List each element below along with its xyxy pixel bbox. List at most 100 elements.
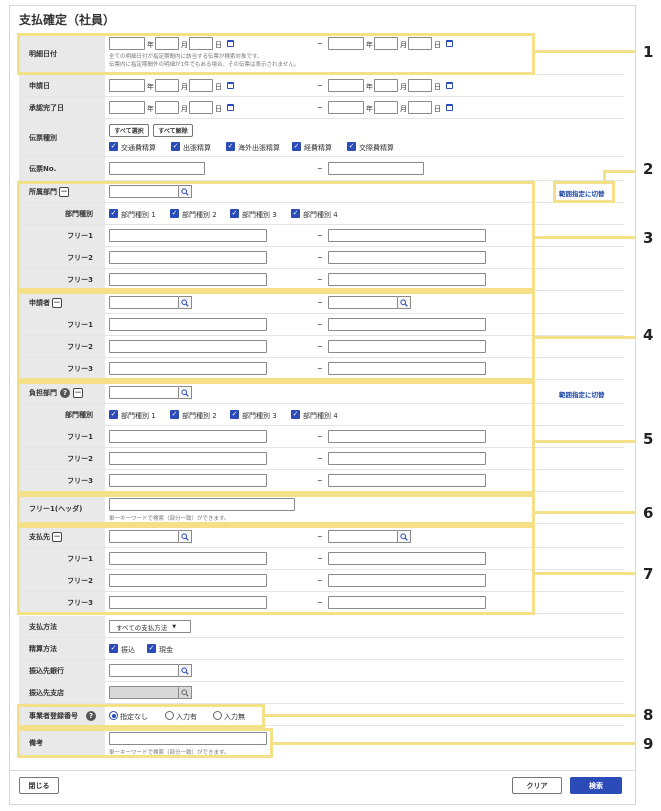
help-icon[interactable]: ? [60,388,70,398]
pay-method-select[interactable]: すべての支払方法 ▼ [109,620,191,633]
denpyo-no-from-input[interactable] [109,162,205,175]
callout-line [535,511,635,514]
free2-to-input[interactable] [328,251,486,264]
date-to-day[interactable] [408,79,432,92]
date-to-day[interactable] [408,101,432,114]
search-icon[interactable] [179,530,192,543]
date-from-month[interactable] [155,101,179,114]
date-from-day[interactable] [189,37,213,50]
payee-from-input[interactable] [109,530,179,543]
help-icon[interactable]: ? [86,711,96,721]
range-switch-link[interactable]: 範囲指定に切替 [559,188,605,198]
applicant-to-input[interactable] [328,296,398,309]
free2-from-input[interactable] [109,452,267,465]
free3-to-input[interactable] [328,362,486,375]
free1-to-input[interactable] [328,229,486,242]
remarks-input[interactable] [109,732,267,745]
free3-from-input[interactable] [109,596,267,609]
search-icon[interactable] [179,185,192,198]
payee-to-input[interactable] [328,530,398,543]
free1-from-input[interactable] [109,229,267,242]
date-from-year[interactable] [109,101,145,114]
range-switch-link[interactable]: 範囲指定に切替 [559,389,605,399]
collapse-minus-icon[interactable]: − [52,532,62,542]
date-to-month[interactable] [374,101,398,114]
date-to-day[interactable] [408,37,432,50]
select-all-button[interactable]: すべて選択 [109,124,149,137]
checkbox-checked-icon[interactable]: ✓ [347,142,356,151]
checkbox-checked-icon[interactable]: ✓ [170,410,179,419]
date-from-day[interactable] [189,101,213,114]
date-to-month[interactable] [374,79,398,92]
checkbox-checked-icon[interactable]: ✓ [109,410,118,419]
calendar-icon[interactable] [446,82,453,89]
checkbox-checked-icon[interactable]: ✓ [109,142,118,151]
date-from-month[interactable] [155,37,179,50]
free3-to-input[interactable] [328,474,486,487]
clear-all-button[interactable]: すべて解除 [153,124,193,137]
radio-unselected[interactable] [165,711,174,720]
search-icon[interactable] [179,296,192,309]
free2-from-input[interactable] [109,574,267,587]
calendar-icon[interactable] [227,82,234,89]
dept-input[interactable] [109,185,179,198]
free1-to-input[interactable] [328,430,486,443]
free2-to-input[interactable] [328,340,486,353]
date-from-year[interactable] [109,37,145,50]
search-icon[interactable] [179,386,192,399]
search-icon[interactable] [179,664,192,677]
free2-from-input[interactable] [109,251,267,264]
checkbox-checked-icon[interactable]: ✓ [226,142,235,151]
checkbox-checked-icon[interactable]: ✓ [230,209,239,218]
date-from-day[interactable] [189,79,213,92]
collapse-minus-icon[interactable]: − [59,187,69,197]
free1-from-input[interactable] [109,552,267,565]
checkbox-checked-icon[interactable]: ✓ [292,142,301,151]
checkbox-checked-icon[interactable]: ✓ [291,209,300,218]
search-button[interactable]: 検索 [570,777,622,794]
calendar-icon[interactable] [446,40,453,47]
checkbox-checked-icon[interactable]: ✓ [291,410,300,419]
calendar-icon[interactable] [446,104,453,111]
free3-to-input[interactable] [328,596,486,609]
date-from-month[interactable] [155,79,179,92]
search-icon[interactable] [398,296,411,309]
clear-button[interactable]: クリア [512,777,562,794]
free3-from-input[interactable] [109,362,267,375]
date-to-year[interactable] [328,79,364,92]
free2-to-input[interactable] [328,574,486,587]
checkbox-checked-icon[interactable]: ✓ [147,644,156,653]
date-to-month[interactable] [374,37,398,50]
close-button[interactable]: 閉じる [19,777,59,794]
free1-from-input[interactable] [109,318,267,331]
collapse-minus-icon[interactable]: − [52,298,62,308]
date-from-year[interactable] [109,79,145,92]
free2-from-input[interactable] [109,340,267,353]
free1-header-input[interactable] [109,498,295,511]
search-icon[interactable] [398,530,411,543]
free3-from-input[interactable] [109,273,267,286]
free2-to-input[interactable] [328,452,486,465]
free1-from-input[interactable] [109,430,267,443]
checkbox-checked-icon[interactable]: ✓ [171,142,180,151]
calendar-icon[interactable] [227,104,234,111]
bank-input[interactable] [109,664,179,677]
radio-unselected[interactable] [213,711,222,720]
calendar-icon[interactable] [227,40,234,47]
applicant-from-input[interactable] [109,296,179,309]
callout-number: 4 [643,326,654,344]
radio-selected[interactable] [109,711,118,720]
checkbox-checked-icon[interactable]: ✓ [109,644,118,653]
free1-to-input[interactable] [328,318,486,331]
checkbox-checked-icon[interactable]: ✓ [230,410,239,419]
collapse-minus-icon[interactable]: − [73,388,83,398]
denpyo-no-to-input[interactable] [328,162,424,175]
free1-to-input[interactable] [328,552,486,565]
checkbox-checked-icon[interactable]: ✓ [170,209,179,218]
burden-dept-input[interactable] [109,386,179,399]
date-to-year[interactable] [328,37,364,50]
free3-from-input[interactable] [109,474,267,487]
date-to-year[interactable] [328,101,364,114]
free3-to-input[interactable] [328,273,486,286]
checkbox-checked-icon[interactable]: ✓ [109,209,118,218]
